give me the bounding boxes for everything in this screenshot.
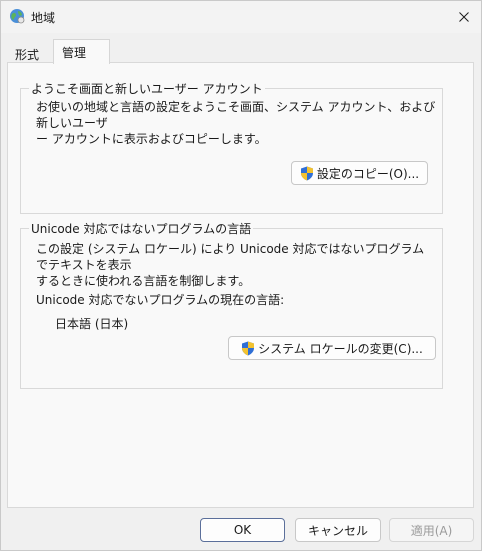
welcome-description-line1: お使いの地域と言語の設定をようこそ画面、システム アカウント、および新しいユーザ	[36, 100, 436, 130]
uac-shield-icon	[242, 341, 255, 355]
current-language-label: Unicode 対応でないプログラムの現在の言語:	[36, 293, 285, 307]
apply-button[interactable]: 適用(A)	[389, 518, 474, 542]
close-button[interactable]	[447, 1, 481, 33]
unicode-description-line1: この設定 (システム ロケール) により Unicode 対応ではないプログラム…	[36, 242, 425, 272]
window-title: 地域	[31, 11, 56, 25]
tab-page-administrative: ようこそ画面と新しいユーザー アカウント お使いの地域と言語の設定をようこそ画面…	[7, 62, 474, 508]
unicode-language-group: Unicode 対応ではないプログラムの言語 この設定 (システム ロケール) …	[20, 220, 443, 389]
welcome-screen-group: ようこそ画面と新しいユーザー アカウント お使いの地域と言語の設定をようこそ画面…	[20, 80, 443, 214]
uac-shield-icon	[300, 166, 313, 180]
welcome-description-line2: ー アカウントに表示およびコピーします。	[36, 132, 267, 146]
cancel-button[interactable]: キャンセル	[295, 518, 381, 542]
close-icon	[459, 12, 469, 22]
tab-format[interactable]: 形式	[8, 41, 50, 63]
welcome-group-title: ようこそ画面と新しいユーザー アカウント	[29, 80, 265, 97]
welcome-description: お使いの地域と言語の設定をようこそ画面、システム アカウント、および新しいユーザ…	[36, 99, 436, 147]
change-system-locale-label: システム ロケールの変更(C)...	[258, 341, 423, 356]
tab-administrative[interactable]: 管理	[53, 39, 110, 64]
copy-settings-button[interactable]: 設定のコピー(O)...	[291, 161, 428, 185]
unicode-description: この設定 (システム ロケール) により Unicode 対応ではないプログラム…	[36, 241, 436, 289]
region-dialog: 地域 形式 管理 ようこそ画面と新しいユーザー アカウント お使いの地域と言語の…	[0, 0, 482, 551]
copy-settings-label: 設定のコピー(O)...	[316, 166, 420, 181]
change-system-locale-button[interactable]: システム ロケールの変更(C)...	[228, 336, 436, 360]
globe-icon	[10, 9, 25, 24]
unicode-description-line2: するときに使われる言語を制御します。	[36, 274, 251, 288]
unicode-group-title: Unicode 対応ではないプログラムの言語	[29, 220, 254, 237]
ok-button[interactable]: OK	[200, 518, 285, 542]
current-language-value: 日本語 (日本)	[55, 317, 129, 331]
title-bar: 地域	[1, 1, 481, 33]
